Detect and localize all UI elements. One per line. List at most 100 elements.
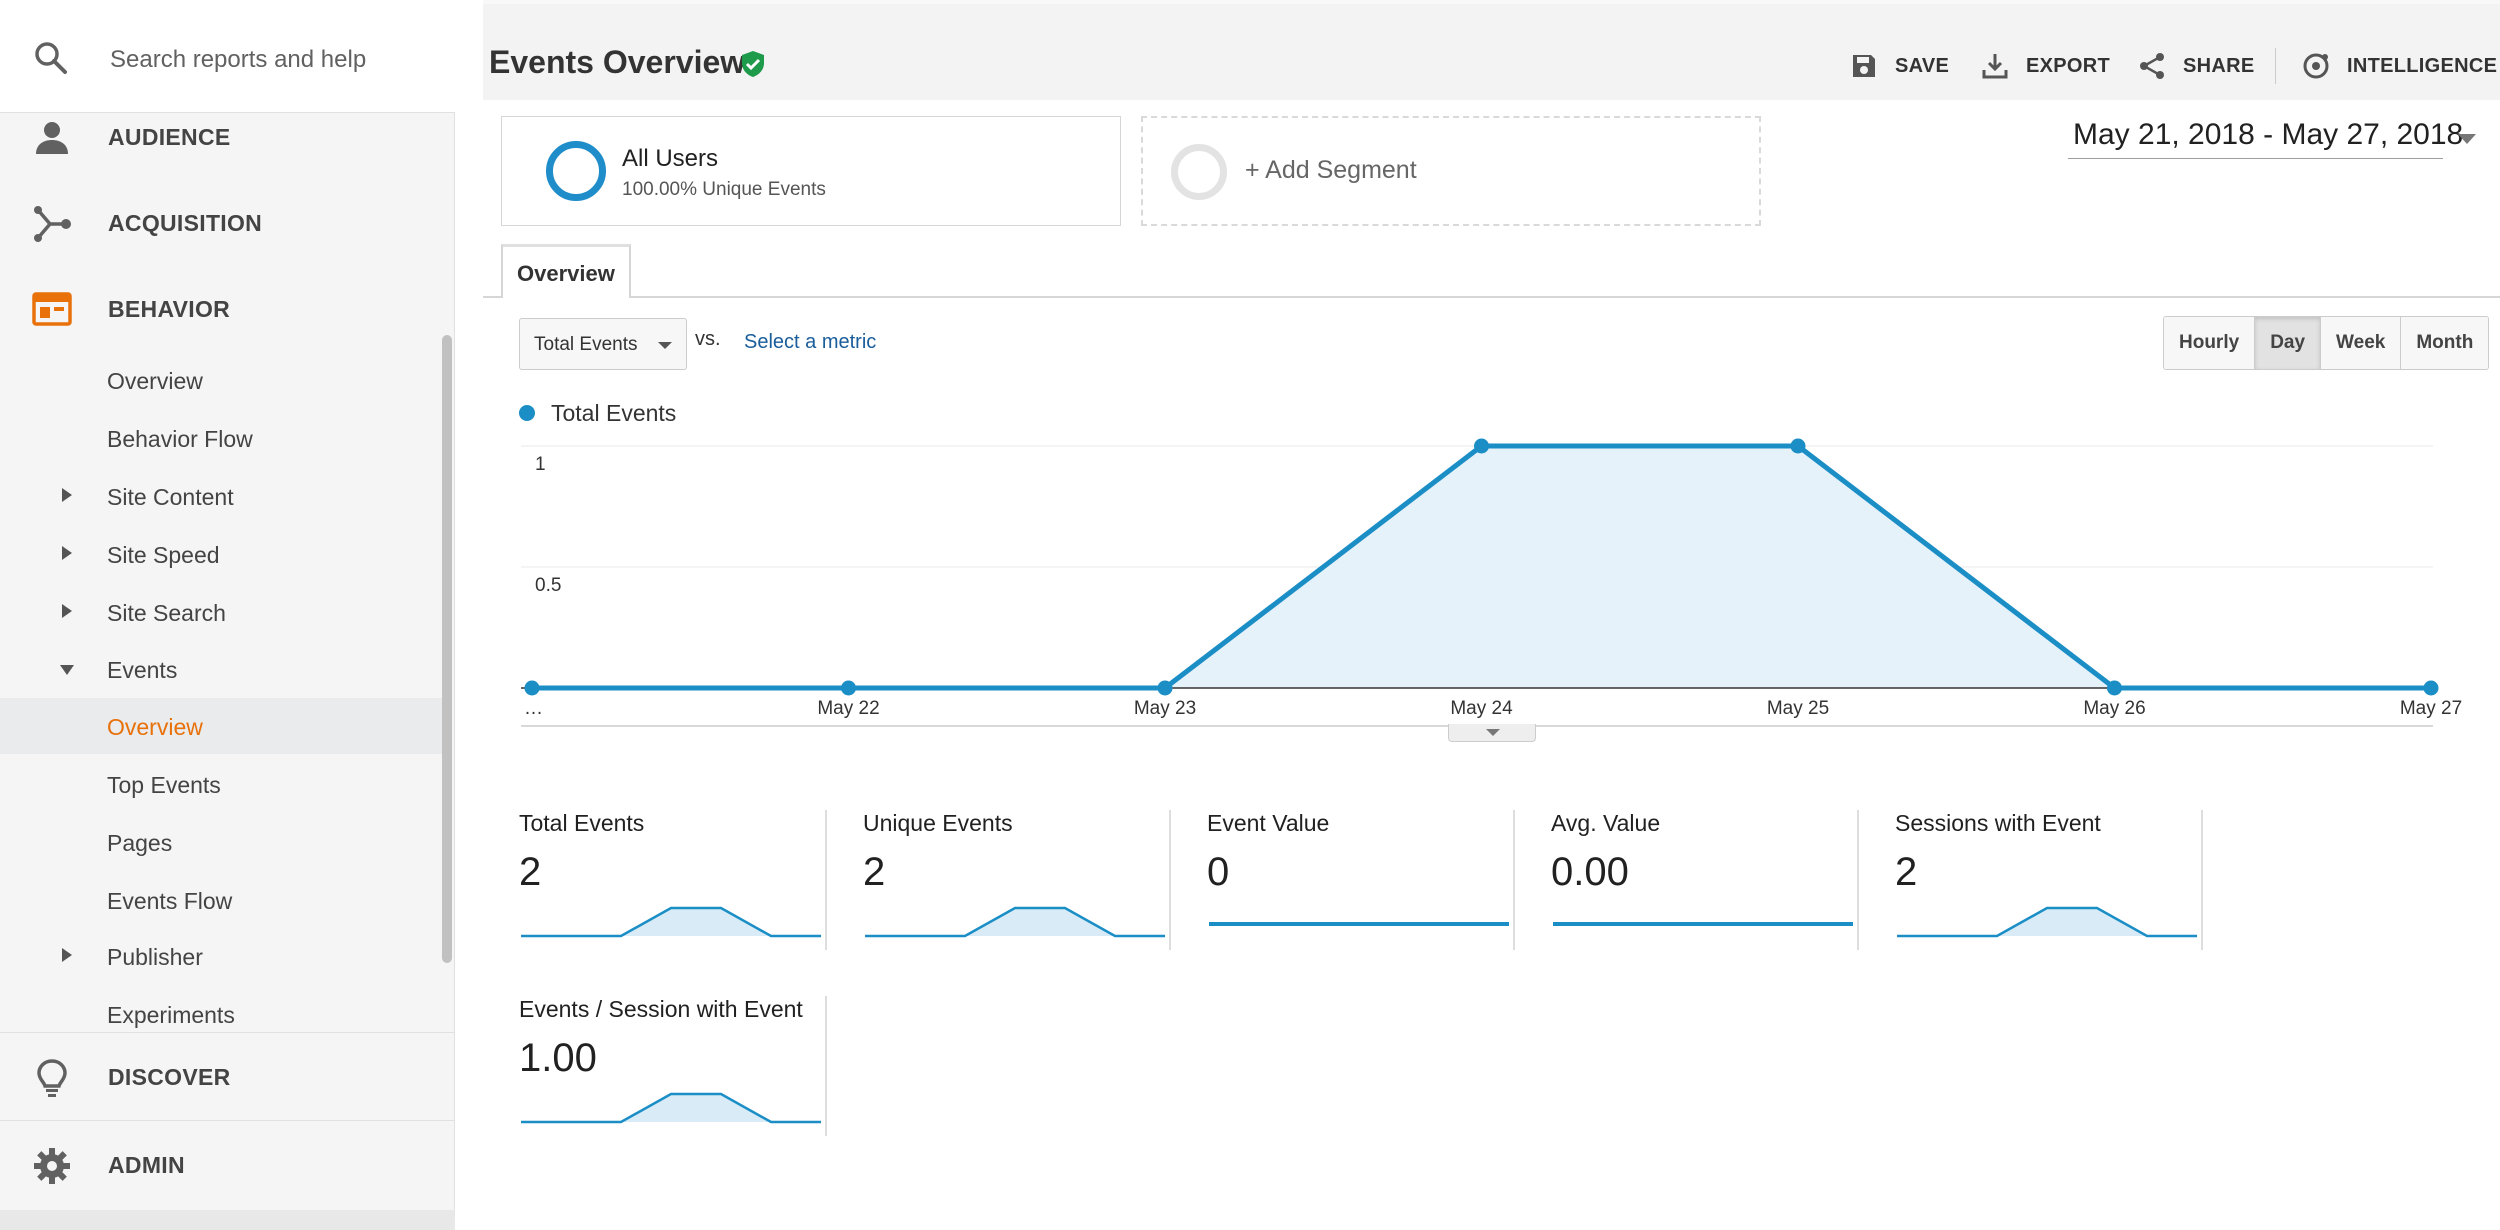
behavior-flow[interactable]: Behavior Flow [0, 410, 445, 466]
scorecard[interactable]: Avg. Value 0.00 [1515, 810, 1859, 950]
tab-overview-label: Overview [517, 261, 615, 286]
x-tick-label: May 27 [2400, 698, 2462, 719]
data-point [524, 680, 540, 696]
scorecard[interactable]: Events / Session with Event 1.00 [483, 996, 827, 1136]
period-week-button[interactable]: Week [2321, 317, 2402, 369]
expand-arrow-icon[interactable] [62, 604, 72, 618]
chart-resize-handle[interactable] [1448, 724, 1536, 742]
events-flow[interactable]: Events Flow [0, 872, 445, 928]
x-tick-label: May 23 [1134, 698, 1196, 719]
sparkline-area [521, 908, 821, 936]
date-range-picker[interactable]: May 21, 2018 - May 27, 2018 [2073, 118, 2463, 152]
share-icon [2140, 53, 2164, 79]
save-label: SAVE [1895, 54, 1950, 77]
export-button[interactable]: EXPORT [1980, 50, 2110, 82]
add-segment-label: + Add Segment [1245, 156, 1417, 184]
sub-label: Experiments [107, 1002, 235, 1028]
scorecard-value: 0 [1207, 850, 1230, 894]
events-pages[interactable]: Pages [0, 814, 445, 870]
site-search[interactable]: Site Search [0, 584, 445, 640]
legend-label: Total Events [551, 400, 677, 426]
publisher[interactable]: Publisher [0, 928, 445, 984]
top-events[interactable]: Top Events [0, 756, 445, 812]
nav-discover[interactable]: DISCOVER [0, 1042, 455, 1112]
scorecard-value: 2 [1895, 850, 1918, 894]
expand-arrow-icon[interactable] [62, 948, 72, 962]
expand-arrow-icon[interactable] [62, 488, 72, 502]
nav-admin-label: ADMIN [108, 1152, 185, 1178]
add-segment-button[interactable]: + Add Segment [1141, 116, 1761, 226]
select-metric-link[interactable]: Select a metric [744, 331, 876, 354]
behavior-icon [32, 290, 72, 330]
period-month-button[interactable]: Month [2401, 317, 2489, 369]
scorecard-label: Events / Session with Event [519, 996, 803, 1022]
period-day-button[interactable]: Day [2255, 317, 2322, 369]
metric-dropdown-value: Total Events [534, 334, 638, 355]
save-icon [1853, 55, 1875, 77]
vs-label: vs. [695, 328, 721, 350]
behavior-overview[interactable]: Overview [0, 352, 445, 408]
scorecard[interactable]: Total Events 2 [483, 810, 827, 950]
intelligence-button[interactable]: INTELLIGENCE [2301, 50, 2497, 82]
scorecard-value: 2 [519, 850, 542, 894]
intelligence-icon [2303, 53, 2329, 79]
events[interactable]: Events [0, 641, 445, 697]
sidebar: AUDIENCE ACQUISITION BEHAVIOR Overview B… [0, 0, 455, 1230]
sub-label: Overview [107, 368, 203, 394]
experiments[interactable]: Experiments [0, 986, 445, 1042]
period-hourly-button[interactable]: Hourly [2164, 317, 2256, 369]
share-button[interactable]: SHARE [2137, 50, 2255, 82]
scorecard-label: Event Value [1207, 810, 1330, 836]
data-point [2423, 680, 2439, 696]
sparkline-area [521, 1094, 821, 1122]
chevron-down-icon[interactable] [2458, 134, 2476, 144]
save-button[interactable]: SAVE [1849, 50, 1949, 82]
y-tick-label: 0.5 [535, 575, 561, 596]
divider [0, 1120, 455, 1121]
y-tick-label: 1 [535, 454, 546, 475]
sidebar-footer [0, 1210, 455, 1230]
share-label: SHARE [2183, 54, 2255, 77]
site-speed[interactable]: Site Speed [0, 526, 445, 582]
scorecard[interactable]: Sessions with Event 2 [1859, 810, 2203, 950]
data-point [1790, 438, 1806, 454]
scorecard[interactable]: Event Value 0 [1171, 810, 1515, 950]
legend-swatch [519, 405, 535, 421]
segment-all-users[interactable]: All Users 100.00% Unique Events [501, 116, 1121, 226]
segment-ring-empty-icon [1171, 144, 1227, 200]
sparkline [1897, 906, 2197, 938]
collapse-arrow-icon[interactable] [60, 665, 74, 675]
expand-arrow-icon[interactable] [62, 546, 72, 560]
data-point [1474, 438, 1489, 454]
toolbar-divider [2275, 48, 2276, 84]
nav-acquisition[interactable]: ACQUISITION [0, 188, 455, 258]
sparkline-area [865, 908, 1165, 936]
events-overview[interactable]: Overview [0, 698, 445, 754]
sub-label: Pages [107, 830, 173, 856]
sparkline [521, 906, 821, 938]
scorecard[interactable]: Unique Events 2 [827, 810, 1171, 950]
search-input[interactable] [110, 40, 430, 80]
x-tick-label: May 24 [1450, 698, 1513, 719]
nav-audience[interactable]: AUDIENCE [0, 102, 455, 172]
segment-subtitle: 100.00% Unique Events [622, 179, 826, 200]
x-tick-label: May 26 [2083, 698, 2145, 719]
sidebar-scrollbar[interactable] [442, 335, 452, 963]
dropdown-caret-icon [658, 342, 672, 349]
app-window: AUDIENCE ACQUISITION BEHAVIOR Overview B… [0, 0, 2500, 1230]
metric-dropdown[interactable]: Total Events [519, 318, 687, 370]
nav-behavior[interactable]: BEHAVIOR [0, 274, 455, 344]
x-tick-label: May 22 [817, 698, 879, 719]
search-icon[interactable] [31, 38, 71, 78]
x-tick-label: … [524, 698, 543, 719]
tab-overview[interactable]: Overview [501, 244, 631, 298]
header-bar: Events Overview SAVE EXPORT SHARE INTELL… [483, 0, 2500, 100]
sparkline [521, 1092, 821, 1124]
intelligence-label: INTELLIGENCE [2347, 54, 2498, 77]
scorecard-value: 0.00 [1551, 850, 1629, 894]
verified-shield-icon [738, 49, 768, 79]
sparkline-area [1897, 908, 2197, 936]
site-content[interactable]: Site Content [0, 468, 445, 524]
data-point [1157, 680, 1173, 696]
nav-admin[interactable]: ADMIN [0, 1130, 455, 1200]
